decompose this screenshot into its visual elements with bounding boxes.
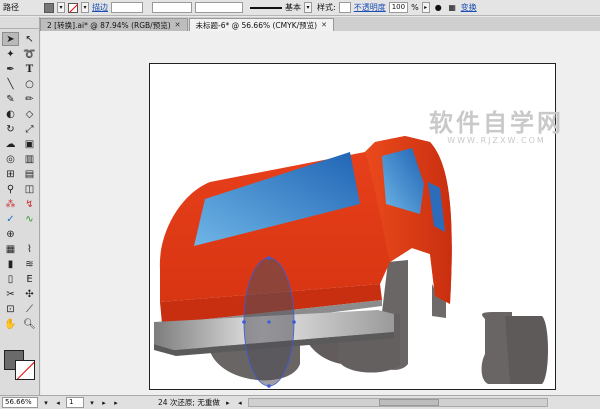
stroke-weight-input[interactable] [111, 2, 143, 13]
next-page-icon[interactable]: ▸ [100, 399, 108, 407]
page-input[interactable]: 1 [66, 397, 84, 408]
brush-select[interactable] [195, 2, 243, 13]
anchor-right[interactable] [292, 320, 296, 324]
column-icon[interactable]: ▯ [2, 272, 19, 286]
center-point[interactable] [267, 320, 271, 324]
perspective-grid-tool-icon[interactable]: ▥ [21, 152, 38, 166]
selection-tool-icon[interactable]: ➤ [2, 32, 19, 46]
bar-graph-tool-icon[interactable]: ▮ [2, 257, 19, 271]
blend-tool-icon[interactable]: ◫ [21, 182, 38, 196]
eyedropper-tool-icon[interactable]: ⚲ [2, 182, 19, 196]
close-icon[interactable]: ✕ [175, 19, 181, 32]
pencil-tool-icon[interactable]: ✏ [21, 92, 38, 106]
anchor-top[interactable] [267, 256, 271, 260]
graph-tool-icon[interactable]: ▦ [2, 242, 19, 256]
watermark-title: 软件自学网 [429, 109, 564, 137]
measure-tool-icon[interactable]: ✣ [21, 287, 38, 301]
blob-brush-tool-icon[interactable]: ◐ [2, 107, 19, 121]
fill-dropdown[interactable]: ▾ [57, 2, 65, 13]
watermark: 软件自学网 WWW.RJZXW.COM [429, 103, 564, 145]
lasso-tool-icon[interactable]: ➰ [21, 47, 38, 61]
tab-label: 未标题-6* @ 56.66% (CMYK/预览) [195, 20, 318, 30]
scale-tool-icon[interactable]: ⤢ [21, 122, 38, 136]
stroke-swatch[interactable] [68, 2, 78, 13]
document-tab-strip: 2 [转换].ai* @ 87.94% (RGB/预览) ✕ 未标题-6* @ … [40, 17, 600, 31]
free-transform-tool-icon[interactable]: ▣ [21, 137, 38, 151]
direct-selection-tool-icon[interactable]: ↖ [21, 32, 38, 46]
column-graph-tool-icon[interactable]: ↯ [21, 197, 38, 211]
tab-document-2[interactable]: 2 [转换].ai* @ 87.94% (RGB/预览) ✕ [40, 18, 188, 31]
shape-builder-tool-icon[interactable]: ◎ [2, 152, 19, 166]
blank-tool-icon [21, 227, 38, 241]
fill-stroke-swatches[interactable] [4, 350, 36, 380]
gradient-tool-icon[interactable]: ▤ [21, 167, 38, 181]
knife-tool-icon[interactable]: ✂ [2, 287, 19, 301]
status-menu-icon[interactable]: ▸ [224, 399, 232, 407]
type-tool-icon[interactable]: T [21, 62, 38, 76]
stroke-color-swatch[interactable] [15, 360, 35, 380]
page-dropdown-icon[interactable]: ▾ [88, 399, 96, 407]
variable-width-select[interactable] [152, 2, 192, 13]
close-icon[interactable]: ✕ [321, 19, 327, 32]
ellipse-tool-icon[interactable]: ○ [21, 77, 38, 91]
graphic-style-select[interactable] [338, 2, 351, 13]
warp-alt-tool-icon[interactable]: ⌇ [21, 242, 38, 256]
panel-grip[interactable] [0, 17, 39, 29]
tab-untitled-6[interactable]: 未标题-6* @ 56.66% (CMYK/预览) ✕ [188, 18, 334, 32]
zoom-tool-icon[interactable]: 🔍︎ [21, 317, 38, 331]
opacity-unit: % [411, 3, 419, 12]
warp-tool-icon[interactable]: ☁ [2, 137, 19, 151]
pen-tool-icon[interactable]: ✒ [2, 62, 19, 76]
watermark-url: WWW.RJZXW.COM [447, 136, 546, 145]
stroke-style-preview [250, 6, 282, 9]
opacity-input[interactable]: 100 [388, 2, 409, 13]
control-bar: 路径 ▾ ▾ 描边 基本 ▾ 样式: 不透明度 100 % ▸ ● ▦ 变换 [0, 0, 600, 16]
line-segment-tool-icon[interactable]: ╲ [2, 77, 19, 91]
first-page-icon[interactable]: ◂ [54, 399, 62, 407]
eraser-alt-tool-icon[interactable]: Ε [21, 272, 38, 286]
recolor-artwork-icon[interactable]: ● [433, 2, 444, 13]
fill-swatch[interactable] [44, 2, 54, 13]
curvature-tool-icon[interactable]: ✓ [2, 212, 19, 226]
document-canvas[interactable]: 软件自学网 WWW.RJZXW.COM [41, 31, 600, 395]
symbol-sprayer-tool-icon[interactable]: ⁂ [2, 197, 19, 211]
horizontal-scrollbar[interactable] [247, 398, 548, 407]
anchor-left[interactable] [242, 320, 246, 324]
magic-wand-tool-icon[interactable]: ✦ [2, 47, 19, 61]
status-message: 24 次还原; 无重做 [158, 398, 220, 407]
stroke-style-dropdown[interactable]: ▾ [304, 2, 312, 13]
zoom-dropdown-icon[interactable]: ▾ [42, 399, 50, 407]
tools-panel: ➤ ↖ ✦ ➰ ✒ T ╲ ○ ✎ ✏ ◐ ◇ ↻ ⤢ ☁ ▣ ◎ ▥ ⊞ ▤ … [0, 17, 40, 404]
transform-link[interactable]: 变换 [461, 2, 477, 13]
last-page-icon[interactable]: ▸ [112, 399, 120, 407]
anchor-bottom[interactable] [267, 384, 271, 388]
mesh-tool-icon[interactable]: ⊞ [2, 167, 19, 181]
scrollbar-thumb[interactable] [378, 399, 439, 406]
hand-tool-icon[interactable]: ✋ [2, 317, 19, 331]
width-tool-icon[interactable]: ∿ [21, 212, 38, 226]
stroke-dropdown[interactable]: ▾ [81, 2, 89, 13]
slice-tool-icon[interactable]: ⟋ [21, 302, 38, 316]
tab-label: 2 [转换].ai* @ 87.94% (RGB/预览) [47, 20, 171, 30]
spare-wheel-face [505, 316, 548, 384]
stroke-link[interactable]: 描边 [92, 2, 108, 13]
opacity-link[interactable]: 不透明度 [354, 2, 386, 13]
opacity-dropdown[interactable]: ▸ [421, 2, 430, 13]
artboard-tool-icon[interactable]: ⊡ [2, 302, 19, 316]
style-label: 样式: [317, 3, 336, 12]
globe-icon[interactable]: ⊕ [2, 227, 19, 241]
stroke-style-label: 基本 [285, 3, 301, 12]
scroll-left-icon[interactable]: ◂ [236, 399, 244, 407]
rotate-tool-icon[interactable]: ↻ [2, 122, 19, 136]
wrinkle-tool-icon[interactable]: ≋ [21, 257, 38, 271]
eraser-tool-icon[interactable]: ◇ [21, 107, 38, 121]
zoom-input[interactable]: 56.66% [2, 397, 38, 408]
object-type-label: 路径 [3, 3, 19, 12]
paintbrush-tool-icon[interactable]: ✎ [2, 92, 19, 106]
align-icon[interactable]: ▦ [447, 2, 458, 13]
status-bar: 56.66% ▾ ◂ 1 ▾ ▸ ▸ 24 次还原; 无重做 ▸ ◂ [0, 395, 600, 409]
